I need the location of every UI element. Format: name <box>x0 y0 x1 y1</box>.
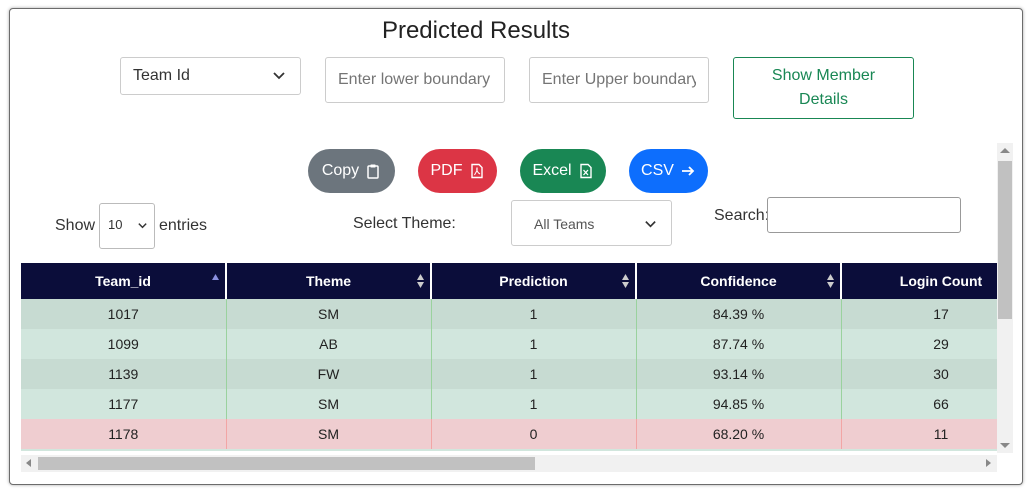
file-pdf-icon <box>470 163 483 179</box>
table-row[interactable]: 1099 AB 1 87.74 % 29 <box>21 329 997 359</box>
copy-button[interactable]: Copy <box>308 149 395 193</box>
copy-label: Copy <box>321 162 360 179</box>
entries-value: 10 <box>108 217 123 232</box>
search-input[interactable] <box>767 197 961 233</box>
cell-prediction: 1 <box>431 329 637 359</box>
field-select[interactable]: Team Id <box>120 57 301 95</box>
search-label: Search: <box>714 207 770 224</box>
horizontal-scroll-thumb[interactable] <box>38 457 535 470</box>
theme-value: All Teams <box>534 216 595 232</box>
cell-prediction: 0 <box>431 419 637 449</box>
column-header-confidence[interactable]: Confidence <box>636 263 842 299</box>
csv-label: CSV <box>641 162 674 179</box>
sort-icon <box>827 274 834 288</box>
entries-select[interactable]: 10 <box>99 203 155 249</box>
cell-login-count: 29 <box>841 329 997 359</box>
csv-button[interactable]: CSV <box>629 149 708 193</box>
lower-boundary-input[interactable] <box>325 57 505 103</box>
column-header-label: Theme <box>305 273 352 289</box>
chevron-down-icon <box>138 223 147 229</box>
cell-team-id: 1178 <box>21 419 227 449</box>
cell-confidence: 94.85 % <box>636 389 842 419</box>
column-header-theme[interactable]: Theme <box>226 263 432 299</box>
cell-prediction: 1 <box>431 299 637 329</box>
cell-team-id: 1017 <box>21 299 227 329</box>
show-member-line2: Details <box>799 91 848 108</box>
cell-confidence: 93.14 % <box>636 359 842 389</box>
excel-button[interactable]: Excel <box>520 149 606 193</box>
pdf-button[interactable]: PDF <box>418 149 497 193</box>
column-header-label: Prediction <box>499 273 568 289</box>
column-header-label: Team_id <box>95 273 151 289</box>
show-label: Show <box>55 217 96 234</box>
main-panel: Predicted Results Team Id Show Member De… <box>9 8 1023 485</box>
show-member-details-button[interactable]: Show Member Details <box>733 57 914 119</box>
sort-icon <box>417 274 424 288</box>
column-header-prediction[interactable]: Prediction <box>431 263 637 299</box>
field-select-value: Team Id <box>133 67 190 84</box>
cell-theme: SM <box>226 419 432 449</box>
results-table: Team_id Theme Prediction Confidence Logi… <box>21 263 997 451</box>
cell-confidence: 87.74 % <box>636 329 842 359</box>
cell-team-id: 1099 <box>21 329 227 359</box>
cell-confidence: 84.39 % <box>636 299 842 329</box>
page-title: Predicted Results <box>381 17 571 44</box>
table-row[interactable]: 1139 FW 1 93.14 % 30 <box>21 359 997 389</box>
horizontal-scrollbar[interactable] <box>21 455 997 472</box>
table-row[interactable]: 1178 SM 0 68.20 % 11 <box>21 419 997 449</box>
table-row[interactable]: 1017 SM 1 84.39 % 17 <box>21 299 997 329</box>
sort-icon <box>622 274 629 288</box>
theme-select[interactable]: All Teams <box>511 200 672 246</box>
theme-label: Select Theme: <box>353 215 456 232</box>
column-header-team-id[interactable]: Team_id <box>21 263 227 299</box>
scroll-left-arrow-icon[interactable] <box>26 459 31 467</box>
entries-label: entries <box>159 217 208 234</box>
cell-theme: AB <box>226 329 432 359</box>
cell-prediction: 1 <box>431 359 637 389</box>
cell-login-count: 17 <box>841 299 997 329</box>
table-row[interactable]: 1177 SM 1 94.85 % 66 <box>21 389 997 419</box>
arrow-right-icon <box>681 166 695 176</box>
chevron-down-icon <box>645 221 656 228</box>
cell-login-count: 66 <box>841 389 997 419</box>
cell-team-id: 1177 <box>21 389 227 419</box>
show-member-line1: Show Member <box>771 67 876 84</box>
scroll-down-arrow-icon[interactable] <box>1000 443 1010 448</box>
cell-login-count: 11 <box>841 419 997 449</box>
clipboard-icon <box>367 164 379 179</box>
cell-confidence: 68.20 % <box>636 419 842 449</box>
scroll-right-arrow-icon[interactable] <box>986 459 991 467</box>
cell-prediction: 1 <box>431 389 637 419</box>
column-header-login-count[interactable]: Login Count <box>841 263 997 299</box>
excel-label: Excel <box>532 162 572 179</box>
cell-theme: FW <box>226 359 432 389</box>
cell-theme: SM <box>226 389 432 419</box>
upper-boundary-input[interactable] <box>529 57 709 103</box>
column-header-label: Confidence <box>700 273 777 289</box>
file-excel-icon <box>579 163 592 179</box>
vertical-scroll-thumb[interactable] <box>998 161 1012 319</box>
column-header-label: Login Count <box>899 273 983 289</box>
vertical-scrollbar[interactable] <box>997 143 1013 453</box>
pdf-label: PDF <box>430 162 463 179</box>
cell-team-id: 1139 <box>21 359 227 389</box>
sort-ascending-icon <box>212 274 219 280</box>
cell-login-count: 30 <box>841 359 997 389</box>
table-row-partial <box>21 449 997 451</box>
chevron-down-icon <box>273 72 285 80</box>
scroll-up-arrow-icon[interactable] <box>1000 148 1010 153</box>
cell-theme: SM <box>226 299 432 329</box>
